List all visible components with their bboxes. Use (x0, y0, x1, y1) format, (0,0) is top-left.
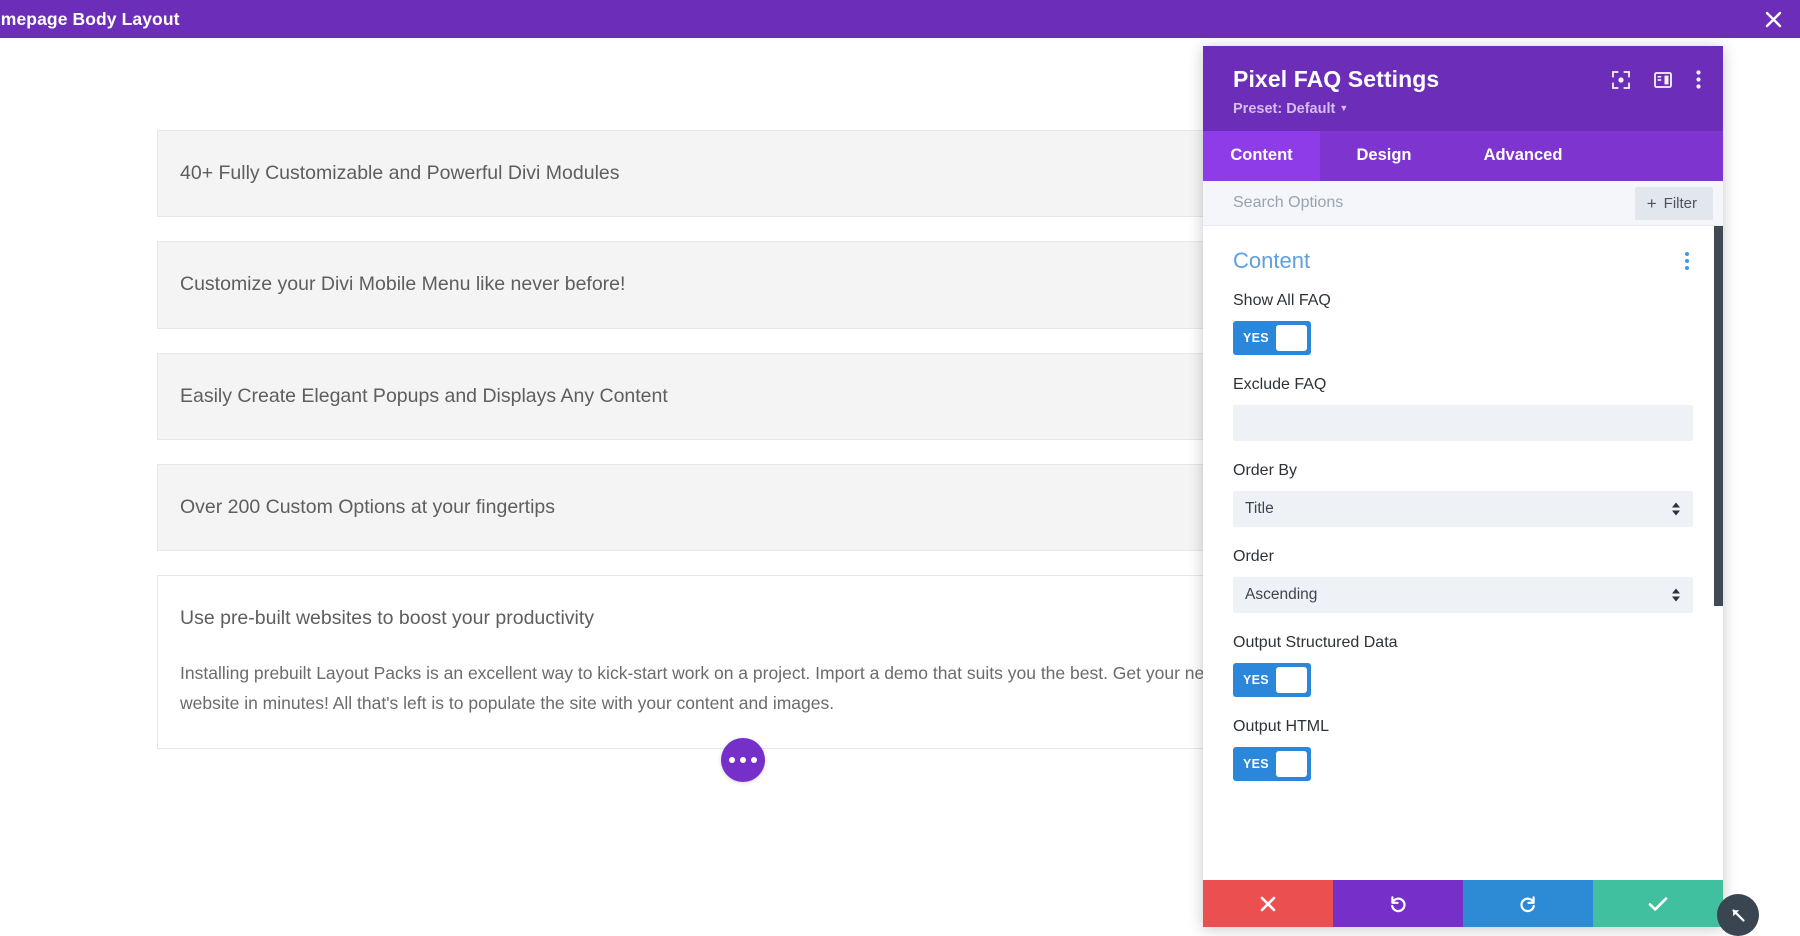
section-title: Content (1233, 248, 1311, 273)
faq-item-expanded[interactable]: Use pre-built websites to boost your pro… (157, 575, 1317, 749)
preset-selector[interactable]: Preset: Default ▼ (1233, 101, 1693, 117)
output-html-toggle[interactable]: YES (1233, 747, 1311, 781)
order-select[interactable]: Ascending (1233, 577, 1693, 613)
faq-item[interactable]: Customize your Divi Mobile Menu like nev… (157, 241, 1317, 329)
faq-question: Easily Create Elegant Popups and Display… (180, 384, 668, 407)
output-structured-data-toggle[interactable]: YES (1233, 663, 1311, 697)
more-vertical-icon (1696, 70, 1701, 89)
filter-button[interactable]: + Filter (1634, 186, 1713, 220)
ellipsis-icon (729, 757, 735, 763)
field-label: Exclude FAQ (1233, 376, 1327, 393)
field-show-all-faq: Show All FAQ YES (1233, 292, 1693, 355)
panel-resize-handle[interactable] (1717, 894, 1759, 936)
chevron-down-icon: ▼ (1339, 103, 1349, 113)
check-icon (1648, 896, 1668, 911)
toggle-value: YES (1243, 673, 1269, 687)
faq-item[interactable]: Easily Create Elegant Popups and Display… (157, 352, 1317, 441)
faq-question: Customize your Divi Mobile Menu like nev… (180, 273, 626, 296)
faq-question: Use pre-built websites to boost your pro… (180, 607, 595, 630)
tab-content[interactable]: Content (1203, 131, 1320, 181)
panel-more-menu-button[interactable] (1696, 70, 1701, 89)
search-options-row: + Filter (1203, 181, 1723, 226)
order-select-wrap: Ascending (1233, 577, 1693, 613)
layout-panel-icon (1654, 71, 1672, 88)
field-order: Order Ascending (1233, 548, 1693, 613)
field-label: Order (1233, 548, 1274, 565)
settings-tabs: Content Design Advanced (1203, 131, 1723, 181)
more-vertical-icon (1685, 252, 1689, 256)
layout-title: omepage Body Layout (0, 8, 180, 29)
page-settings-fab-button[interactable] (721, 738, 765, 782)
toggle-knob (1275, 325, 1307, 351)
focus-target-button[interactable] (1612, 70, 1630, 89)
field-exclude-faq: Exclude FAQ (1233, 376, 1693, 441)
exclude-faq-input[interactable] (1233, 405, 1693, 441)
order-by-select-wrap: Title (1233, 491, 1693, 527)
settings-panel-scrollbar[interactable] (1714, 226, 1723, 606)
redo-icon (1520, 895, 1535, 912)
plus-icon: + (1646, 193, 1657, 213)
settings-options-scroll-area[interactable]: Content Show All FAQ YES Exclude FAQ Ord… (1203, 226, 1723, 880)
close-builder-button[interactable] (1760, 6, 1786, 32)
toggle-knob (1275, 667, 1307, 693)
faq-question: 40+ Fully Customizable and Powerful Divi… (180, 162, 620, 184)
layout-panel-button[interactable] (1654, 71, 1672, 88)
toggle-value: YES (1243, 331, 1269, 345)
redo-button[interactable] (1463, 880, 1593, 927)
ellipsis-icon (751, 757, 757, 763)
cancel-button[interactable] (1203, 880, 1333, 927)
faq-accordion-list: 40+ Fully Customizable and Powerful Divi… (157, 130, 1317, 773)
field-order-by: Order By Title (1233, 462, 1693, 527)
settings-panel-header-icons (1612, 70, 1701, 89)
field-label: Show All FAQ (1233, 292, 1331, 309)
faq-answer: Installing prebuilt Layout Packs is an e… (180, 662, 1217, 713)
faq-question: Over 200 Custom Options at your fingerti… (180, 496, 556, 519)
toggle-value: YES (1243, 757, 1269, 771)
field-label: Order By (1233, 462, 1298, 479)
content-section-header: Content (1233, 226, 1693, 292)
field-output-structured-data: Output Structured Data YES (1233, 634, 1693, 697)
close-icon (1260, 896, 1276, 911)
field-label: Output HTML (1233, 718, 1330, 735)
more-vertical-icon (1685, 266, 1689, 270)
module-settings-modal: Pixel FAQ Settings Preset: Default ▼ Con… (1203, 46, 1723, 927)
ellipsis-icon (740, 757, 746, 763)
save-button[interactable] (1593, 880, 1723, 927)
focus-target-icon (1612, 70, 1630, 89)
builder-top-bar: omepage Body Layout (0, 0, 1800, 38)
undo-icon (1391, 895, 1406, 912)
section-more-menu-button[interactable] (1681, 248, 1693, 274)
search-options-input[interactable] (1233, 181, 1635, 225)
faq-item[interactable]: 40+ Fully Customizable and Powerful Divi… (157, 130, 1317, 218)
close-icon (1765, 11, 1781, 27)
resize-arrow-icon (1732, 909, 1745, 922)
more-vertical-icon (1685, 259, 1689, 263)
settings-panel-header: Pixel FAQ Settings Preset: Default ▼ (1203, 46, 1723, 131)
toggle-knob (1275, 751, 1307, 777)
order-by-select[interactable]: Title (1233, 491, 1693, 527)
faq-item[interactable]: Over 200 Custom Options at your fingerti… (157, 464, 1317, 552)
field-output-html: Output HTML YES (1233, 718, 1693, 781)
show-all-faq-toggle[interactable]: YES (1233, 321, 1311, 355)
field-label: Output Structured Data (1233, 634, 1398, 651)
tab-design[interactable]: Design (1320, 131, 1448, 181)
preset-label: Preset: Default (1233, 101, 1336, 117)
filter-label: Filter (1663, 194, 1697, 212)
undo-button[interactable] (1333, 880, 1463, 927)
settings-action-bar (1203, 880, 1723, 927)
tab-advanced[interactable]: Advanced (1448, 131, 1598, 181)
